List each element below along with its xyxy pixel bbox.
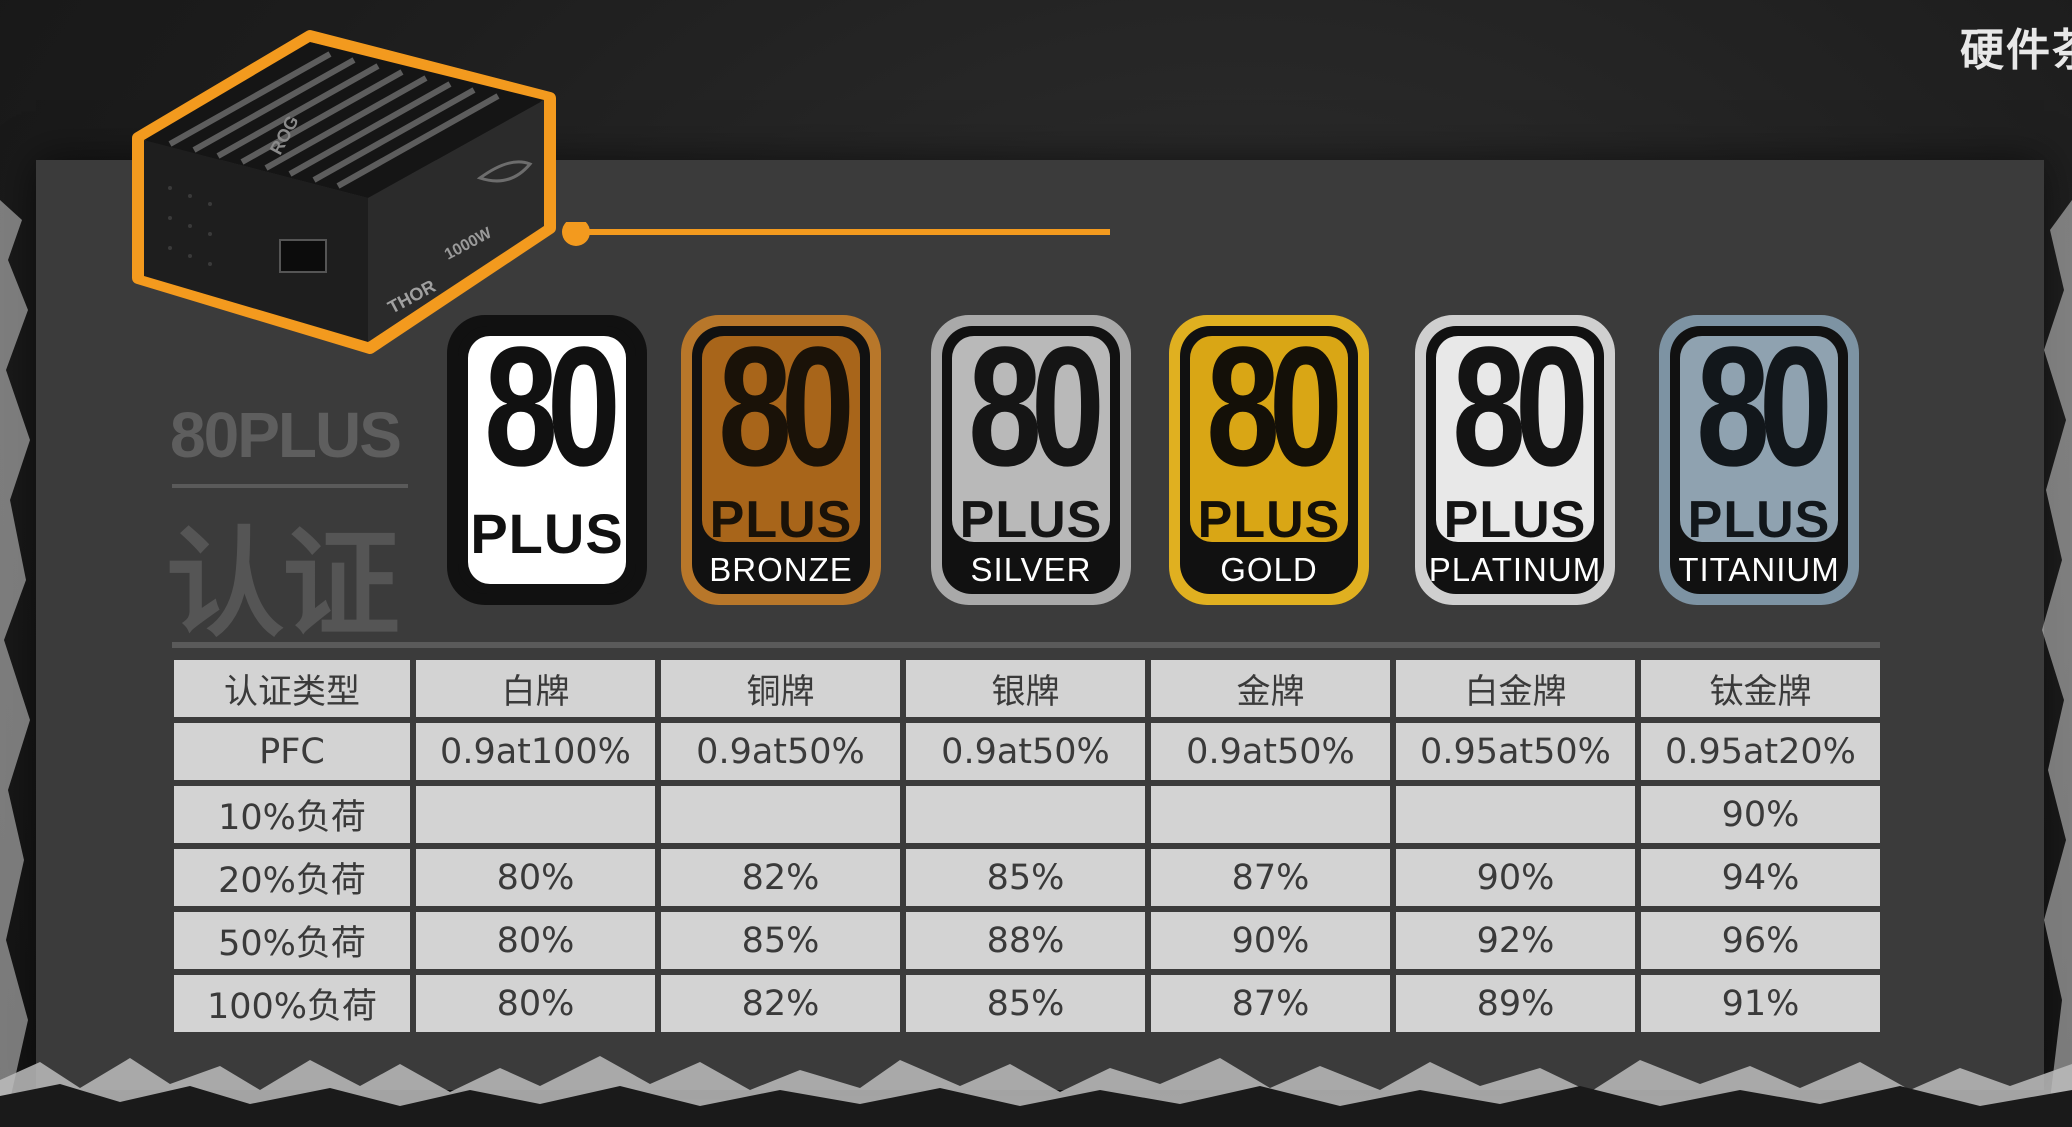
badge-80plus-bronze: 80 PLUS BRONZE [678, 312, 884, 608]
torn-edge-left [0, 200, 30, 1100]
badge-80plus-gold: 80 PLUS GOLD [1166, 312, 1372, 608]
header-bronze: 铜牌 [661, 660, 900, 717]
value-cell: 87% [1151, 849, 1390, 906]
table-body: PFC 0.9at100% 0.9at50% 0.9at50% 0.9at50% 0.95… [174, 723, 1880, 1032]
value-cell: 85% [906, 975, 1145, 1032]
torn-edge-right [2042, 200, 2072, 1100]
heading-certification: 认证 [166, 515, 400, 653]
badge-80plus-titanium: 80 PLUS TITANIUM [1656, 312, 1862, 608]
row-label-cell: PFC [174, 723, 410, 780]
value-cell: 80% [416, 912, 655, 969]
callout-line [562, 222, 1110, 246]
value-cell [416, 786, 655, 843]
badge-plus-label: PLUS [709, 491, 853, 549]
badge-80plus-standard: 80 PLUS [444, 312, 650, 608]
value-cell: 0.9at50% [1151, 723, 1390, 780]
heading-80plus: 80PLUS [170, 399, 402, 471]
badge-80plus-platinum: 80 PLUS PLATINUM [1412, 312, 1618, 608]
badge-tier-label: GOLD [1220, 551, 1318, 588]
table-row: 10%负荷 90% [174, 786, 1880, 843]
badge-number: 80 [1452, 312, 1589, 502]
table-row: 50%负荷 80% 85% 88% 90% 92% 96% [174, 912, 1880, 969]
efficiency-table: 认证类型 白牌 铜牌 银牌 金牌 白金牌 钛金牌 PFC 0.9at100% 0.9… [168, 654, 1886, 1038]
row-label-cell: 100%负荷 [174, 975, 410, 1032]
value-cell [1396, 786, 1635, 843]
value-cell: 90% [1151, 912, 1390, 969]
table-header-row: 认证类型 白牌 铜牌 银牌 金牌 白金牌 钛金牌 [174, 660, 1880, 717]
slide: 硬件茶 [0, 0, 2072, 1127]
value-cell: 80% [416, 849, 655, 906]
badge-tier-label: PLATINUM [1428, 551, 1602, 588]
row-label-cell: 20%负荷 [174, 849, 410, 906]
value-cell: 85% [661, 912, 900, 969]
value-cell: 0.9at50% [906, 723, 1145, 780]
table-row: 100%负荷 80% 82% 85% 87% 89% 91% [174, 975, 1880, 1032]
value-cell: 0.9at100% [416, 723, 655, 780]
badge-number: 80 [968, 312, 1105, 502]
badge-tier-label: TITANIUM [1678, 551, 1840, 588]
badge-80plus-silver: 80 PLUS SILVER [928, 312, 1134, 608]
badge-number: 80 [1206, 312, 1343, 502]
value-cell: 80% [416, 975, 655, 1032]
value-cell: 82% [661, 975, 900, 1032]
value-cell: 91% [1641, 975, 1880, 1032]
table-row: PFC 0.9at100% 0.9at50% 0.9at50% 0.9at50% 0.95… [174, 723, 1880, 780]
badge-number: 80 [1696, 312, 1833, 502]
value-cell: 0.9at50% [661, 723, 900, 780]
value-cell: 90% [1396, 849, 1635, 906]
badge-plus-label: PLUS [1687, 491, 1831, 549]
value-cell: 88% [906, 912, 1145, 969]
header-standard: 白牌 [416, 660, 655, 717]
value-cell: 0.95at50% [1396, 723, 1635, 780]
value-cell: 96% [1641, 912, 1880, 969]
value-cell: 0.95at20% [1641, 723, 1880, 780]
badge-plus-label: PLUS [470, 502, 624, 565]
value-cell: 92% [1396, 912, 1635, 969]
header-titanium: 钛金牌 [1641, 660, 1880, 717]
badge-tier-label: BRONZE [709, 551, 853, 588]
value-cell [1151, 786, 1390, 843]
header-platinum: 白金牌 [1396, 660, 1635, 717]
torn-edge-bottom [0, 1056, 2072, 1127]
value-cell [661, 786, 900, 843]
table-row: 20%负荷 80% 82% 85% 87% 90% 94% [174, 849, 1880, 906]
header-cert-type: 认证类型 [174, 660, 410, 717]
badge-plus-label: PLUS [959, 491, 1103, 549]
value-cell: 85% [906, 849, 1145, 906]
header-gold: 金牌 [1151, 660, 1390, 717]
badge-plus-label: PLUS [1443, 491, 1587, 549]
value-cell: 90% [1641, 786, 1880, 843]
row-label-cell: 50%负荷 [174, 912, 410, 969]
value-cell: 82% [661, 849, 900, 906]
row-label-cell: 10%负荷 [174, 786, 410, 843]
value-cell: 94% [1641, 849, 1880, 906]
value-cell: 87% [1151, 975, 1390, 1032]
badge-plus-label: PLUS [1197, 491, 1341, 549]
channel-watermark: 硬件茶 [1960, 25, 2072, 76]
table-divider [172, 642, 1880, 648]
badge-tier-label: SILVER [970, 551, 1092, 588]
value-cell [906, 786, 1145, 843]
header-silver: 银牌 [906, 660, 1145, 717]
value-cell: 89% [1396, 975, 1635, 1032]
badge-number: 80 [718, 312, 855, 502]
badge-number: 80 [484, 312, 621, 502]
